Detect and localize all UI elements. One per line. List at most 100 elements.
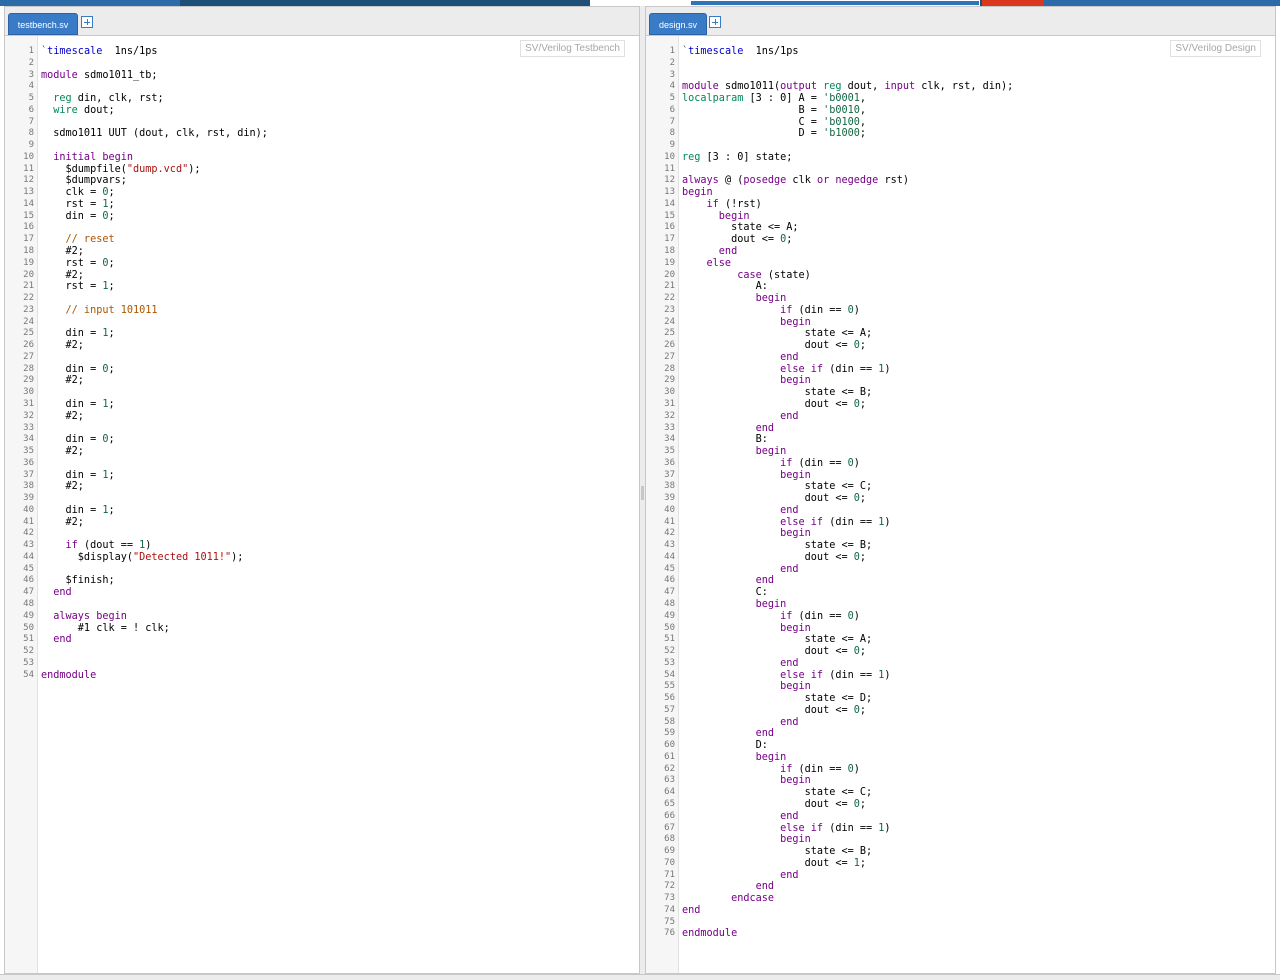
code-token: end <box>41 634 72 646</box>
code-token: B = <box>682 104 824 116</box>
line-number: 9 <box>669 140 675 151</box>
code-line: 22 <box>5 293 639 305</box>
code-token: if <box>682 198 719 210</box>
code-text: D = 'b1000; <box>682 128 867 140</box>
line-number: 48 <box>664 598 675 609</box>
tab-testbench[interactable]: testbench.sv <box>8 13 78 35</box>
code-line: 39 dout <= 0; <box>646 493 1275 505</box>
code-token: or <box>816 175 830 187</box>
code-line: 36 if (din == 0) <box>646 458 1275 470</box>
code-text: initial begin <box>41 152 133 164</box>
code-line: 27 end <box>646 352 1275 364</box>
code-line: 49 always begin <box>5 611 639 623</box>
code-line: 56 state <= D; <box>646 693 1275 705</box>
line-number: 59 <box>664 728 675 739</box>
code-text: begin <box>682 211 750 223</box>
code-text: dout <= 0; <box>682 340 866 352</box>
bottom-resize-bar[interactable] <box>0 974 1280 980</box>
code-text: localparam [3 : 0] A = 'b0001, <box>682 93 866 105</box>
add-file-icon[interactable] <box>81 16 93 28</box>
code-text: C = 'b0100, <box>682 117 867 129</box>
code-line: 73 endcase <box>646 893 1275 905</box>
code-token: dout <= <box>682 398 854 410</box>
code-line: 52 <box>5 646 639 658</box>
code-token: begin <box>682 316 811 328</box>
line-number: 53 <box>23 657 34 668</box>
code-line: 7 C = 'b0100, <box>646 117 1275 129</box>
line-number: 34 <box>664 434 675 445</box>
code-token: dout, <box>841 81 885 93</box>
code-line: 8 sdmo1011 UUT (dout, clk, rst, din); <box>5 128 639 140</box>
line-number: 12 <box>23 175 34 186</box>
code-text: din = 1; <box>41 470 115 482</box>
code-text: end <box>682 811 798 823</box>
line-number: 45 <box>23 563 34 574</box>
code-token: // input 101011 <box>41 304 158 316</box>
code-token: begin <box>682 446 787 458</box>
line-number: 26 <box>664 340 675 351</box>
add-file-icon[interactable] <box>709 16 721 28</box>
code-line: 25 din = 1; <box>5 328 639 340</box>
code-token: ; <box>859 799 867 810</box>
splitter-grip-icon[interactable] <box>641 486 644 500</box>
code-line: 58 end <box>646 717 1275 729</box>
code-text: #2; <box>41 246 84 258</box>
code-text: begin <box>682 187 713 199</box>
code-token: #2; <box>41 246 84 258</box>
line-number: 72 <box>664 881 675 892</box>
code-text: end <box>682 717 798 729</box>
code-text: if (din == 0) <box>682 458 860 470</box>
code-text: reg [3 : 0] state; <box>682 152 792 164</box>
code-token: din = <box>41 398 103 410</box>
code-token: module <box>41 69 78 81</box>
line-number: 15 <box>23 210 34 221</box>
code-line: 28 else if (din == 1) <box>646 364 1275 376</box>
testbench-code-editor[interactable]: 1 `timescale 1ns/1ps 2 3 module sdmo1011_tb;… <box>5 36 639 973</box>
code-line: 71 end <box>646 870 1275 882</box>
code-token: state <= B; <box>682 846 873 858</box>
code-line: 20 #2; <box>5 270 639 282</box>
code-line: 12 $dumpvars; <box>5 175 639 187</box>
code-token: , <box>859 93 867 105</box>
code-line: 10 initial begin <box>5 152 639 164</box>
code-text: state <= A; <box>682 634 872 646</box>
code-text: if (!rst) <box>682 199 762 211</box>
code-text: B: <box>682 434 768 446</box>
code-line: 34 B: <box>646 434 1275 446</box>
line-number: 52 <box>23 646 34 657</box>
code-text: endmodule <box>41 670 96 682</box>
code-token: begin <box>682 528 811 540</box>
tab-design[interactable]: design.sv <box>649 13 707 35</box>
line-number: 23 <box>664 304 675 315</box>
code-token: state <= A; <box>682 328 873 340</box>
code-token: $dumpvars; <box>41 175 127 187</box>
design-code-editor[interactable]: 1 `timescale 1ns/1ps 2 3 4 module sdmo1011(ou… <box>646 36 1275 973</box>
code-line: 62 if (din == 0) <box>646 764 1275 776</box>
code-line: 6 wire dout; <box>5 105 639 117</box>
code-token: timescale <box>47 46 103 57</box>
line-number: 41 <box>23 516 34 527</box>
line-number: 38 <box>23 481 34 492</box>
code-line: 10 reg [3 : 0] state; <box>646 152 1275 164</box>
code-token: C: <box>682 587 768 599</box>
code-token: din = <box>41 328 103 340</box>
line-number: 4 <box>669 81 675 92</box>
line-number: 20 <box>23 269 34 280</box>
code-token: end <box>682 904 701 916</box>
code-text: end <box>682 564 798 576</box>
line-number: 5 <box>669 93 675 104</box>
code-token: state <= B; <box>682 387 873 399</box>
code-token: #2; <box>41 481 84 493</box>
code-line: 31 dout <= 0; <box>646 399 1275 411</box>
code-text: begin <box>682 775 811 787</box>
line-number: 31 <box>664 398 675 409</box>
code-token: #2; <box>41 340 84 352</box>
code-text: module sdmo1011_tb; <box>41 70 158 82</box>
code-line: 76 endmodule <box>646 928 1275 940</box>
code-line: 52 dout <= 0; <box>646 646 1275 658</box>
code-token: #2; <box>41 516 84 528</box>
code-line: 50 begin <box>646 623 1275 635</box>
code-line: 6 B = 'b0010, <box>646 105 1275 117</box>
code-line: 75 <box>646 917 1275 929</box>
design-tabbar: design.sv <box>646 7 1275 36</box>
